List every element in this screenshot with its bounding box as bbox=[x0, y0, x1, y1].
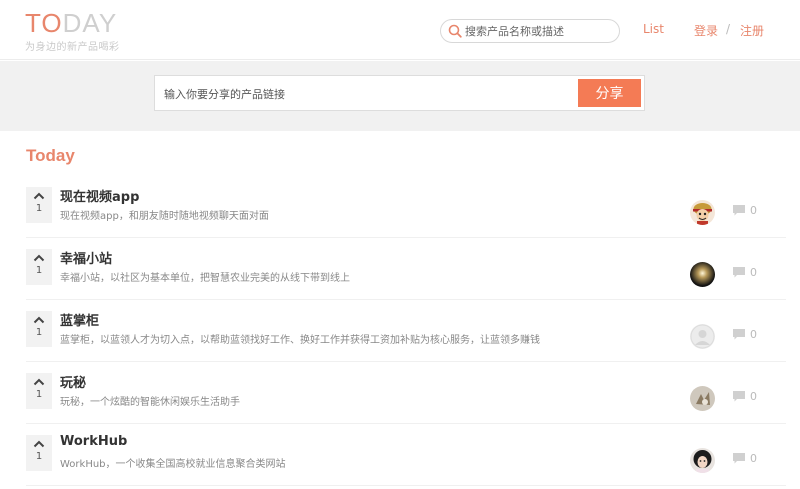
upvote-arrow-icon bbox=[33, 192, 45, 200]
upvote-arrow-icon bbox=[33, 378, 45, 386]
comment-number: 0 bbox=[750, 452, 757, 465]
product-description: 现在视频app，和朋友随时随地视频聊天面对面 bbox=[60, 211, 269, 222]
product-item: 1 现在视频app 现在视频app，和朋友随时随地视频聊天面对面 0 bbox=[26, 176, 786, 238]
default-avatar-icon bbox=[690, 324, 715, 349]
product-title[interactable]: 现在视频app bbox=[60, 186, 139, 205]
vote-count: 1 bbox=[35, 389, 43, 400]
vote-count: 1 bbox=[35, 451, 43, 462]
vote-count: 1 bbox=[35, 203, 43, 214]
product-list: 1 现在视频app 现在视频app，和朋友随时随地视频聊天面对面 0 1 幸福小… bbox=[26, 176, 786, 486]
share-form: 分享 bbox=[154, 75, 645, 111]
upvote-button[interactable]: 1 bbox=[26, 249, 52, 285]
logo-rest: DAY bbox=[62, 8, 118, 38]
person-avatar-icon bbox=[690, 448, 715, 473]
header: TODAY 为身边的新产品喝彩 List 登录 / 注册 bbox=[0, 0, 800, 60]
comment-number: 0 bbox=[750, 204, 757, 217]
product-title[interactable]: 蓝掌柜 bbox=[60, 310, 99, 329]
upvote-button[interactable]: 1 bbox=[26, 435, 52, 471]
comment-number: 0 bbox=[750, 266, 757, 279]
vote-count: 1 bbox=[35, 265, 43, 276]
vote-count: 1 bbox=[35, 327, 43, 338]
default-avatar[interactable] bbox=[690, 324, 715, 349]
logo[interactable]: TODAY 为身边的新产品喝彩 bbox=[25, 10, 120, 53]
photo-avatar-icon bbox=[690, 386, 715, 411]
anime-avatar[interactable] bbox=[690, 200, 715, 225]
product-title[interactable]: 幸福小站 bbox=[60, 248, 112, 267]
product-item: 1 幸福小站 幸福小站，以社区为基本单位，把智慧农业完美的从线下带到线上 0 bbox=[26, 238, 786, 300]
comment-icon bbox=[733, 391, 745, 402]
register-link[interactable]: 注册 bbox=[740, 22, 764, 39]
nav-list-link[interactable]: List bbox=[643, 22, 664, 36]
logo-text: TODAY bbox=[25, 10, 120, 36]
comment-number: 0 bbox=[750, 390, 757, 403]
search-input[interactable] bbox=[465, 22, 615, 40]
product-title[interactable]: WorkHub bbox=[60, 434, 127, 449]
comment-icon bbox=[733, 205, 745, 216]
nav-separator: / bbox=[726, 22, 731, 36]
login-link[interactable]: 登录 bbox=[694, 22, 718, 39]
upvote-button[interactable]: 1 bbox=[26, 311, 52, 347]
comment-icon bbox=[733, 329, 745, 340]
dark-light-avatar[interactable] bbox=[690, 262, 715, 287]
product-item: 1 蓝掌柜 蓝掌柜，以蓝领人才为切入点，以帮助蓝领找好工作、换好工作并获得工资加… bbox=[26, 300, 786, 362]
upvote-button[interactable]: 1 bbox=[26, 187, 52, 223]
comment-number: 0 bbox=[750, 328, 757, 341]
product-description: 幸福小站，以社区为基本单位，把智慧农业完美的从线下带到线上 bbox=[60, 273, 350, 284]
logo-accent: TO bbox=[25, 8, 63, 38]
person-avatar[interactable] bbox=[690, 448, 715, 473]
share-button[interactable]: 分享 bbox=[578, 79, 641, 107]
product-title[interactable]: 玩秘 bbox=[60, 372, 86, 391]
upvote-button[interactable]: 1 bbox=[26, 373, 52, 409]
logo-slogan: 为身边的新产品喝彩 bbox=[25, 42, 120, 53]
share-url-input[interactable] bbox=[164, 85, 564, 103]
comment-icon bbox=[733, 453, 745, 464]
search-box[interactable] bbox=[440, 19, 620, 43]
product-item: 1 玩秘 玩秘，一个炫酷的智能休闲娱乐生活助手 0 bbox=[26, 362, 786, 424]
upvote-arrow-icon bbox=[33, 254, 45, 262]
product-description: 玩秘，一个炫酷的智能休闲娱乐生活助手 bbox=[60, 397, 240, 408]
search-icon bbox=[448, 24, 462, 38]
section-title: Today bbox=[26, 146, 75, 165]
share-band: 分享 bbox=[0, 61, 800, 131]
upvote-arrow-icon bbox=[33, 316, 45, 324]
dark-light-avatar-icon bbox=[690, 262, 715, 287]
photo-avatar[interactable] bbox=[690, 386, 715, 411]
product-item: 1 WorkHub WorkHub，一个收集全国高校就业信息聚合类网站 0 bbox=[26, 424, 786, 486]
comment-icon bbox=[733, 267, 745, 278]
product-description: 蓝掌柜，以蓝领人才为切入点，以帮助蓝领找好工作、换好工作并获得工资加补贴为核心服… bbox=[60, 335, 540, 346]
anime-avatar-icon bbox=[690, 200, 715, 225]
upvote-arrow-icon bbox=[33, 440, 45, 448]
product-description: WorkHub，一个收集全国高校就业信息聚合类网站 bbox=[60, 459, 286, 470]
